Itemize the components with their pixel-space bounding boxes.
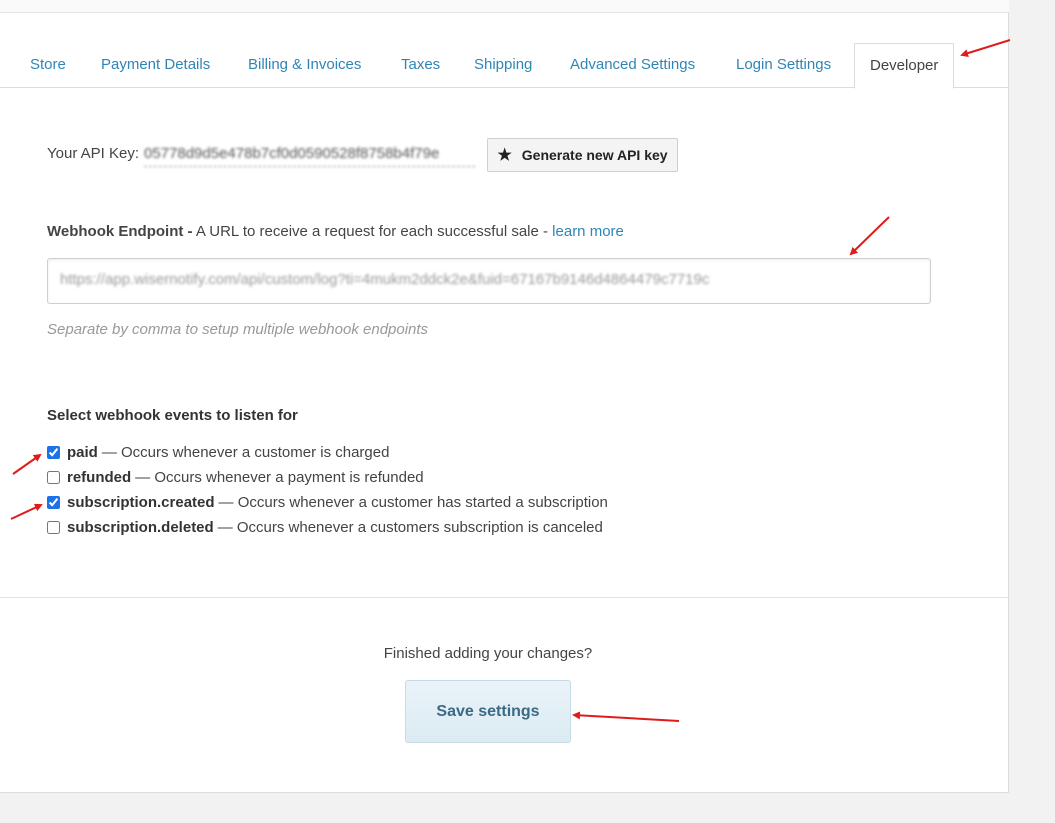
webhook-endpoint-title: Webhook Endpoint -	[47, 223, 193, 240]
event-refunded-desc: — Occurs whenever a payment is refunded	[135, 468, 424, 486]
learn-more-link[interactable]: learn more	[552, 223, 624, 240]
event-paid-checkbox[interactable]	[47, 445, 60, 459]
tab-payment-details[interactable]: Payment Details	[101, 43, 210, 88]
settings-panel: Store Payment Details Billing & Invoices…	[0, 0, 1009, 793]
event-subscription-created[interactable]: subscription.created — Occurs whenever a…	[47, 492, 608, 512]
tab-advanced-settings[interactable]: Advanced Settings	[570, 43, 695, 88]
webhook-endpoint-hint: Separate by comma to setup multiple webh…	[47, 321, 429, 338]
event-subscription-created-name: subscription.created	[67, 493, 215, 511]
webhook-endpoint-heading: Webhook Endpoint - A URL to receive a re…	[47, 223, 624, 240]
tab-developer[interactable]: Developer	[854, 43, 955, 89]
event-subscription-deleted-name: subscription.deleted	[67, 518, 214, 536]
tab-store[interactable]: Store	[30, 43, 66, 88]
event-subscription-created-checkbox[interactable]	[47, 495, 60, 509]
event-subscription-deleted-desc: — Occurs whenever a customers subscripti…	[217, 518, 603, 536]
event-paid[interactable]: paid — Occurs whenever a customer is cha…	[47, 442, 389, 462]
event-refunded[interactable]: refunded — Occurs whenever a payment is …	[47, 467, 424, 487]
webhook-endpoint-description: A URL to receive a request for each succ…	[192, 223, 553, 240]
section-divider	[0, 597, 1009, 598]
tab-taxes[interactable]: Taxes	[401, 43, 440, 88]
finished-prompt: Finished adding your changes?	[383, 645, 593, 662]
api-key-value: 05778d9d5e478b7cf0d0590528f8758b4f79e	[144, 145, 475, 167]
star-icon: ★	[497, 147, 512, 164]
api-key-label: Your API Key:	[47, 145, 140, 162]
event-subscription-created-desc: — Occurs whenever a customer has started…	[218, 493, 608, 511]
event-refunded-checkbox[interactable]	[47, 470, 60, 484]
webhook-endpoint-field-wrap: https://app.wisernotify.com/api/custom/l…	[47, 258, 931, 304]
event-paid-name: paid	[67, 443, 98, 461]
generate-api-key-label: Generate new API key	[521, 147, 668, 163]
tab-shipping[interactable]: Shipping	[474, 43, 532, 88]
tab-login-settings[interactable]: Login Settings	[736, 43, 831, 88]
event-paid-desc: — Occurs whenever a customer is charged	[101, 443, 390, 461]
event-subscription-deleted-checkbox[interactable]	[47, 520, 60, 534]
webhook-endpoint-input[interactable]	[47, 258, 931, 304]
event-subscription-deleted[interactable]: subscription.deleted — Occurs whenever a…	[47, 517, 603, 537]
webhook-events-heading: Select webhook events to listen for	[47, 407, 298, 424]
generate-api-key-button[interactable]: ★ Generate new API key	[487, 138, 678, 172]
save-settings-button[interactable]: Save settings	[405, 680, 571, 743]
settings-tabs: Store Payment Details Billing & Invoices…	[0, 43, 1009, 89]
tab-billing-invoices[interactable]: Billing & Invoices	[248, 43, 361, 88]
top-strip	[0, 0, 1009, 13]
event-refunded-name: refunded	[67, 468, 132, 486]
